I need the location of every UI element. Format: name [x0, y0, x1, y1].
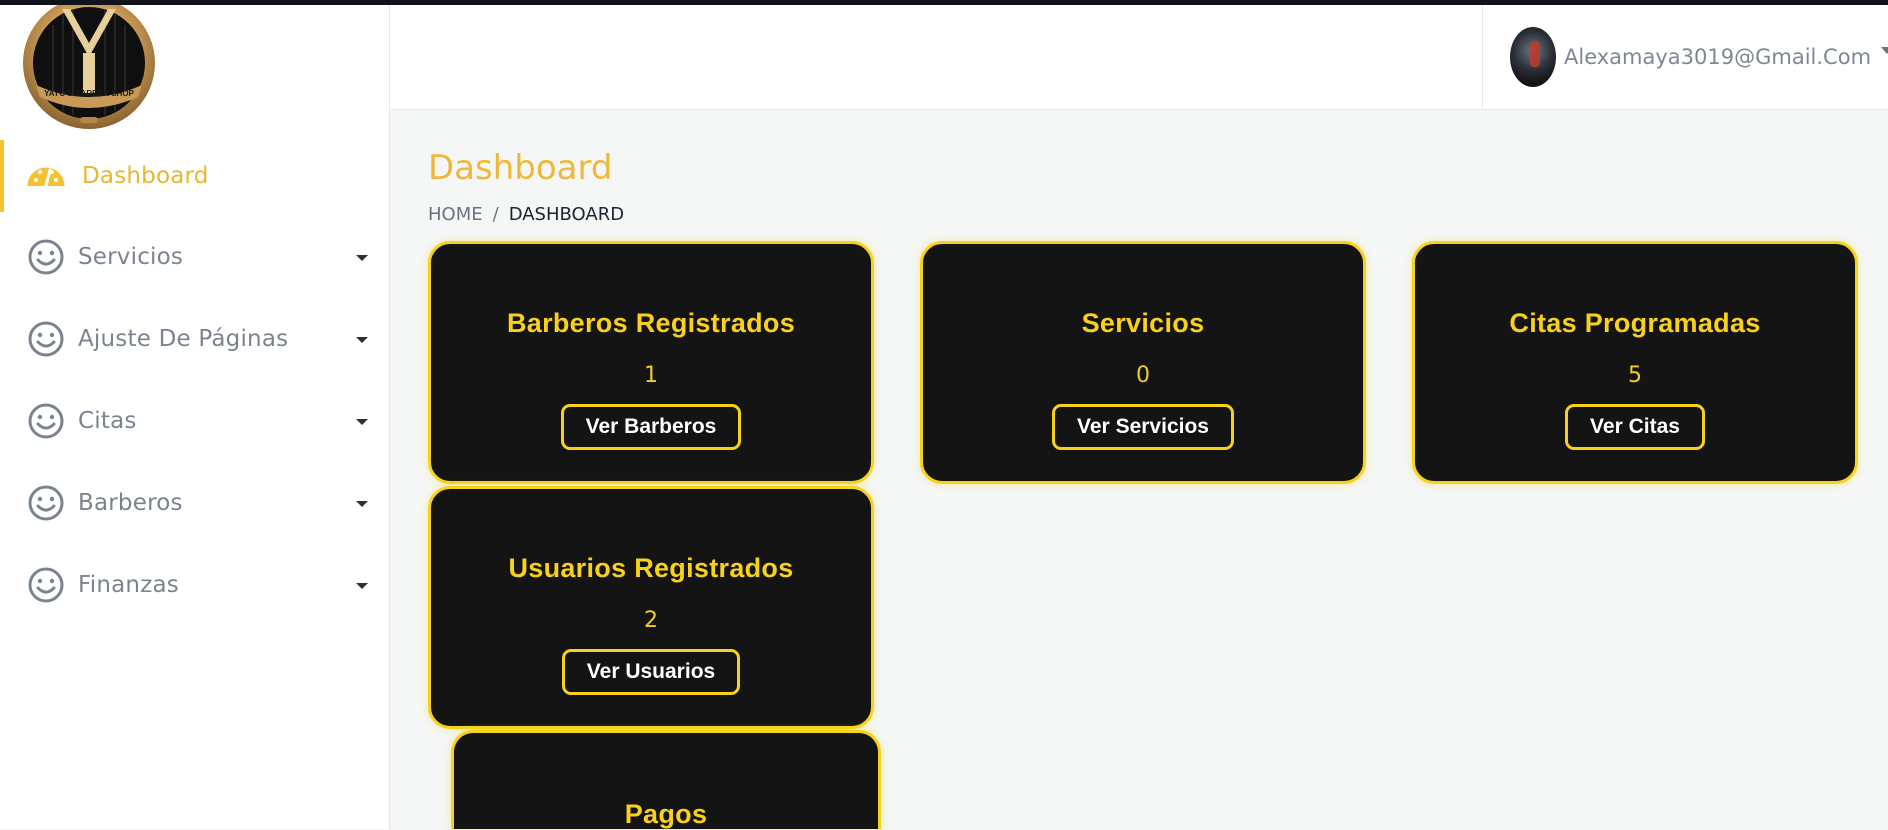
gauge-icon — [27, 167, 65, 188]
sidebar-item-label: Finanzas — [78, 572, 179, 598]
top-header: Alexamaya3019@Gmail.Com — [390, 5, 1888, 110]
ver-servicios-button[interactable]: Ver Servicios — [1052, 404, 1234, 450]
page-title: Dashboard — [428, 148, 613, 188]
sidebar-item-servicios[interactable]: Servicios — [0, 216, 390, 298]
user-menu[interactable]: Alexamaya3019@Gmail.Com — [1510, 27, 1888, 87]
sidebar-item-ajuste-de-paginas[interactable]: Ajuste De Páginas — [0, 298, 390, 380]
avatar — [1510, 27, 1556, 87]
sidebar-item-label: Barberos — [78, 490, 183, 516]
sidebar-item-citas[interactable]: Citas — [0, 380, 390, 462]
sidebar-item-dashboard[interactable]: Dashboard — [0, 140, 390, 212]
stat-card-servicios: Servicios 0 Ver Servicios — [920, 241, 1366, 484]
stat-card-pagos: Pagos — [451, 730, 881, 829]
chevron-down-icon — [356, 419, 368, 425]
stat-card-citas: Citas Programadas 5 Ver Citas — [1412, 241, 1858, 484]
stat-card-usuarios: Usuarios Registrados 2 Ver Usuarios — [428, 486, 874, 729]
header-divider — [1482, 5, 1483, 110]
user-email: Alexamaya3019@Gmail.Com — [1564, 45, 1872, 69]
card-count: 1 — [644, 363, 658, 388]
barbershop-logo-icon: YAYO'S BARBER SHOP — [23, 0, 155, 129]
card-title: Citas Programadas — [1509, 308, 1761, 338]
smiley-icon — [28, 403, 64, 439]
smiley-icon — [28, 321, 64, 357]
card-count: 0 — [1136, 363, 1150, 388]
ver-usuarios-button[interactable]: Ver Usuarios — [561, 649, 741, 695]
chevron-down-icon — [356, 337, 368, 343]
smiley-icon — [28, 485, 64, 521]
breadcrumb: HOME / DASHBOARD — [428, 204, 624, 225]
smiley-icon — [28, 239, 64, 275]
brand-logo[interactable]: YAYO'S BARBER SHOP — [18, 0, 160, 129]
sidebar-item-label: Citas — [78, 408, 137, 434]
chevron-down-icon — [356, 501, 368, 507]
stat-card-barberos: Barberos Registrados 1 Ver Barberos — [428, 241, 874, 484]
breadcrumb-home-link[interactable]: HOME — [428, 204, 483, 225]
sidebar-item-label: Ajuste De Páginas — [78, 326, 289, 352]
breadcrumb-separator: / — [492, 204, 499, 225]
sidebar-item-finanzas[interactable]: Finanzas — [0, 544, 390, 626]
smiley-icon — [28, 567, 64, 603]
card-count: 5 — [1628, 363, 1642, 388]
ver-citas-button[interactable]: Ver Citas — [1565, 404, 1705, 450]
chevron-down-icon — [356, 255, 368, 261]
sidebar-item-label: Dashboard — [82, 163, 209, 189]
sidebar-nav: Dashboard Servicios Ajuste De Páginas Ci… — [0, 140, 390, 626]
card-title: Pagos — [624, 799, 708, 829]
logo-text: YAYO'S BARBER SHOP — [44, 89, 134, 98]
chevron-down-icon — [356, 583, 368, 589]
card-title: Barberos Registrados — [506, 308, 796, 338]
ver-barberos-button[interactable]: Ver Barberos — [560, 404, 742, 450]
sidebar-item-label: Servicios — [78, 244, 184, 270]
sidebar-item-barberos[interactable]: Barberos — [0, 462, 390, 544]
breadcrumb-current: DASHBOARD — [508, 204, 625, 225]
sidebar: YAYO'S BARBER SHOP Dashboard Servicios A… — [0, 0, 390, 829]
card-title: Servicios — [1081, 308, 1205, 338]
card-count: 2 — [644, 608, 658, 633]
top-strip — [0, 0, 1888, 5]
chevron-down-icon — [1881, 47, 1888, 54]
card-title: Usuarios Registrados — [508, 553, 794, 583]
